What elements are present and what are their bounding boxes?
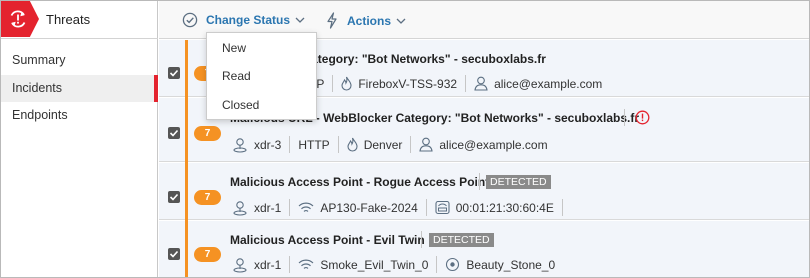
divider [332, 75, 334, 92]
sidebar-title: Threats [46, 12, 91, 27]
severity-stripe [185, 40, 188, 277]
row-checkbox[interactable] [168, 127, 180, 139]
divider [436, 256, 438, 273]
flame-icon [347, 137, 358, 152]
xdr-text: xdr-1 [254, 257, 282, 272]
actions-label: Actions [347, 13, 392, 28]
user-icon [419, 137, 433, 152]
xdr-text: xdr-1 [254, 200, 282, 215]
actions-button[interactable]: Actions [326, 12, 406, 29]
meta-user: alice@example.com [474, 76, 602, 91]
meta-xdr: xdr-1 [232, 257, 281, 273]
app-frame: Threats Summary Incidents Endpoints Chan… [0, 0, 810, 278]
sidebar-item-summary[interactable]: Summary [1, 47, 158, 74]
ssid-text: Smoke_Evil_Twin_0 [320, 257, 429, 272]
row-checkbox[interactable] [168, 248, 180, 260]
divider [410, 136, 412, 153]
change-status-label: Change Status [206, 13, 291, 27]
firebox-text: FireboxV-TSS-932 [358, 76, 458, 91]
checkmark-icon [169, 69, 179, 77]
divider [425, 199, 427, 216]
menu-item-new[interactable]: New [207, 34, 316, 62]
status-badge: DETECTED [486, 175, 551, 189]
row-checkbox[interactable] [168, 67, 180, 79]
incident-title[interactable]: Malicious Access Point - Evil Twin [230, 233, 425, 247]
divider [465, 75, 467, 92]
location-icon [446, 257, 460, 272]
checkmark-icon [169, 129, 179, 137]
divider [337, 136, 339, 153]
meta-ssid: Smoke_Evil_Twin_0 [298, 258, 428, 272]
xdr-text: xdr-3 [254, 137, 282, 152]
access-point-icon [435, 200, 450, 215]
meta-xdr: xdr-1 [232, 200, 281, 216]
incident-meta: xdr-1 AP130-Fake-2024 00:01:21:30:60:4E [232, 199, 571, 216]
threats-logo [1, 1, 39, 37]
sidebar-item-endpoints[interactable]: Endpoints [1, 102, 158, 129]
change-status-menu: New Read Closed [206, 32, 317, 120]
incident-meta: TP FireboxV-TSS-932 alice@example.com [309, 75, 602, 92]
incident-row[interactable]: 7 Malicious Access Point - Rogue Access … [159, 163, 809, 220]
user-icon [474, 76, 488, 91]
user-text: alice@example.com [439, 137, 548, 152]
ssid-text: AP130-Fake-2024 [320, 200, 418, 215]
meta-user: alice@example.com [419, 137, 548, 152]
severity-badge: 7 [194, 190, 221, 205]
checkmark-icon [169, 193, 179, 201]
divider [289, 136, 291, 153]
meta-protocol: HTTP [298, 138, 329, 152]
checkmark-icon [169, 250, 179, 258]
sidebar-header: Threats [1, 1, 158, 39]
mac-text: 00:01:21:30:60:4E [455, 200, 554, 215]
meta-mac: 00:01:21:30:60:4E [435, 200, 554, 215]
threat-cycle-icon [10, 10, 26, 28]
incident-meta: xdr-3 HTTP Denver alice@example.com [232, 136, 548, 153]
xdr-icon [233, 200, 247, 216]
severity-badge: 7 [194, 126, 221, 141]
menu-item-read[interactable]: Read [207, 62, 316, 90]
xdr-icon [233, 257, 247, 273]
wifi-icon [298, 202, 314, 212]
meta-xdr: xdr-3 [232, 137, 281, 153]
status-badge: DETECTED [429, 233, 494, 247]
xdr-icon [233, 137, 247, 153]
check-circle-icon [182, 12, 198, 28]
row-checkbox[interactable] [168, 191, 180, 203]
wifi-icon [298, 259, 314, 269]
incident-row[interactable]: 7 Malicious Access Point - Evil Twin DET… [159, 221, 809, 277]
flame-icon [341, 76, 352, 91]
chevron-down-icon [295, 17, 305, 23]
meta-firebox: Denver [347, 137, 403, 152]
alert-circle-icon[interactable] [635, 110, 650, 125]
change-status-button[interactable]: Change Status [182, 12, 305, 28]
divider [624, 109, 625, 126]
meta-location: Beauty_Stone_0 [445, 257, 555, 272]
menu-item-closed[interactable]: Closed [207, 91, 316, 119]
chevron-down-icon [396, 18, 406, 24]
sidebar-item-incidents[interactable]: Incidents [1, 75, 158, 102]
divider [561, 199, 563, 216]
incident-title[interactable]: Malicious Access Point - Rogue Access Po… [230, 175, 489, 189]
incident-meta: xdr-1 Smoke_Evil_Twin_0 Beauty_Stone_0 [232, 256, 555, 273]
divider [289, 256, 291, 273]
divider [479, 173, 480, 190]
divider [421, 231, 422, 248]
divider [289, 199, 291, 216]
severity-badge: 7 [194, 247, 221, 262]
lightning-icon [327, 12, 337, 29]
user-text: alice@example.com [494, 76, 603, 91]
meta-ssid: AP130-Fake-2024 [298, 200, 418, 215]
sidebar: Threats Summary Incidents Endpoints [1, 1, 158, 277]
meta-firebox: FireboxV-TSS-932 [341, 76, 457, 91]
firebox-text: Denver [363, 137, 403, 152]
protocol-text: HTTP [298, 137, 330, 152]
location-text: Beauty_Stone_0 [466, 257, 556, 272]
